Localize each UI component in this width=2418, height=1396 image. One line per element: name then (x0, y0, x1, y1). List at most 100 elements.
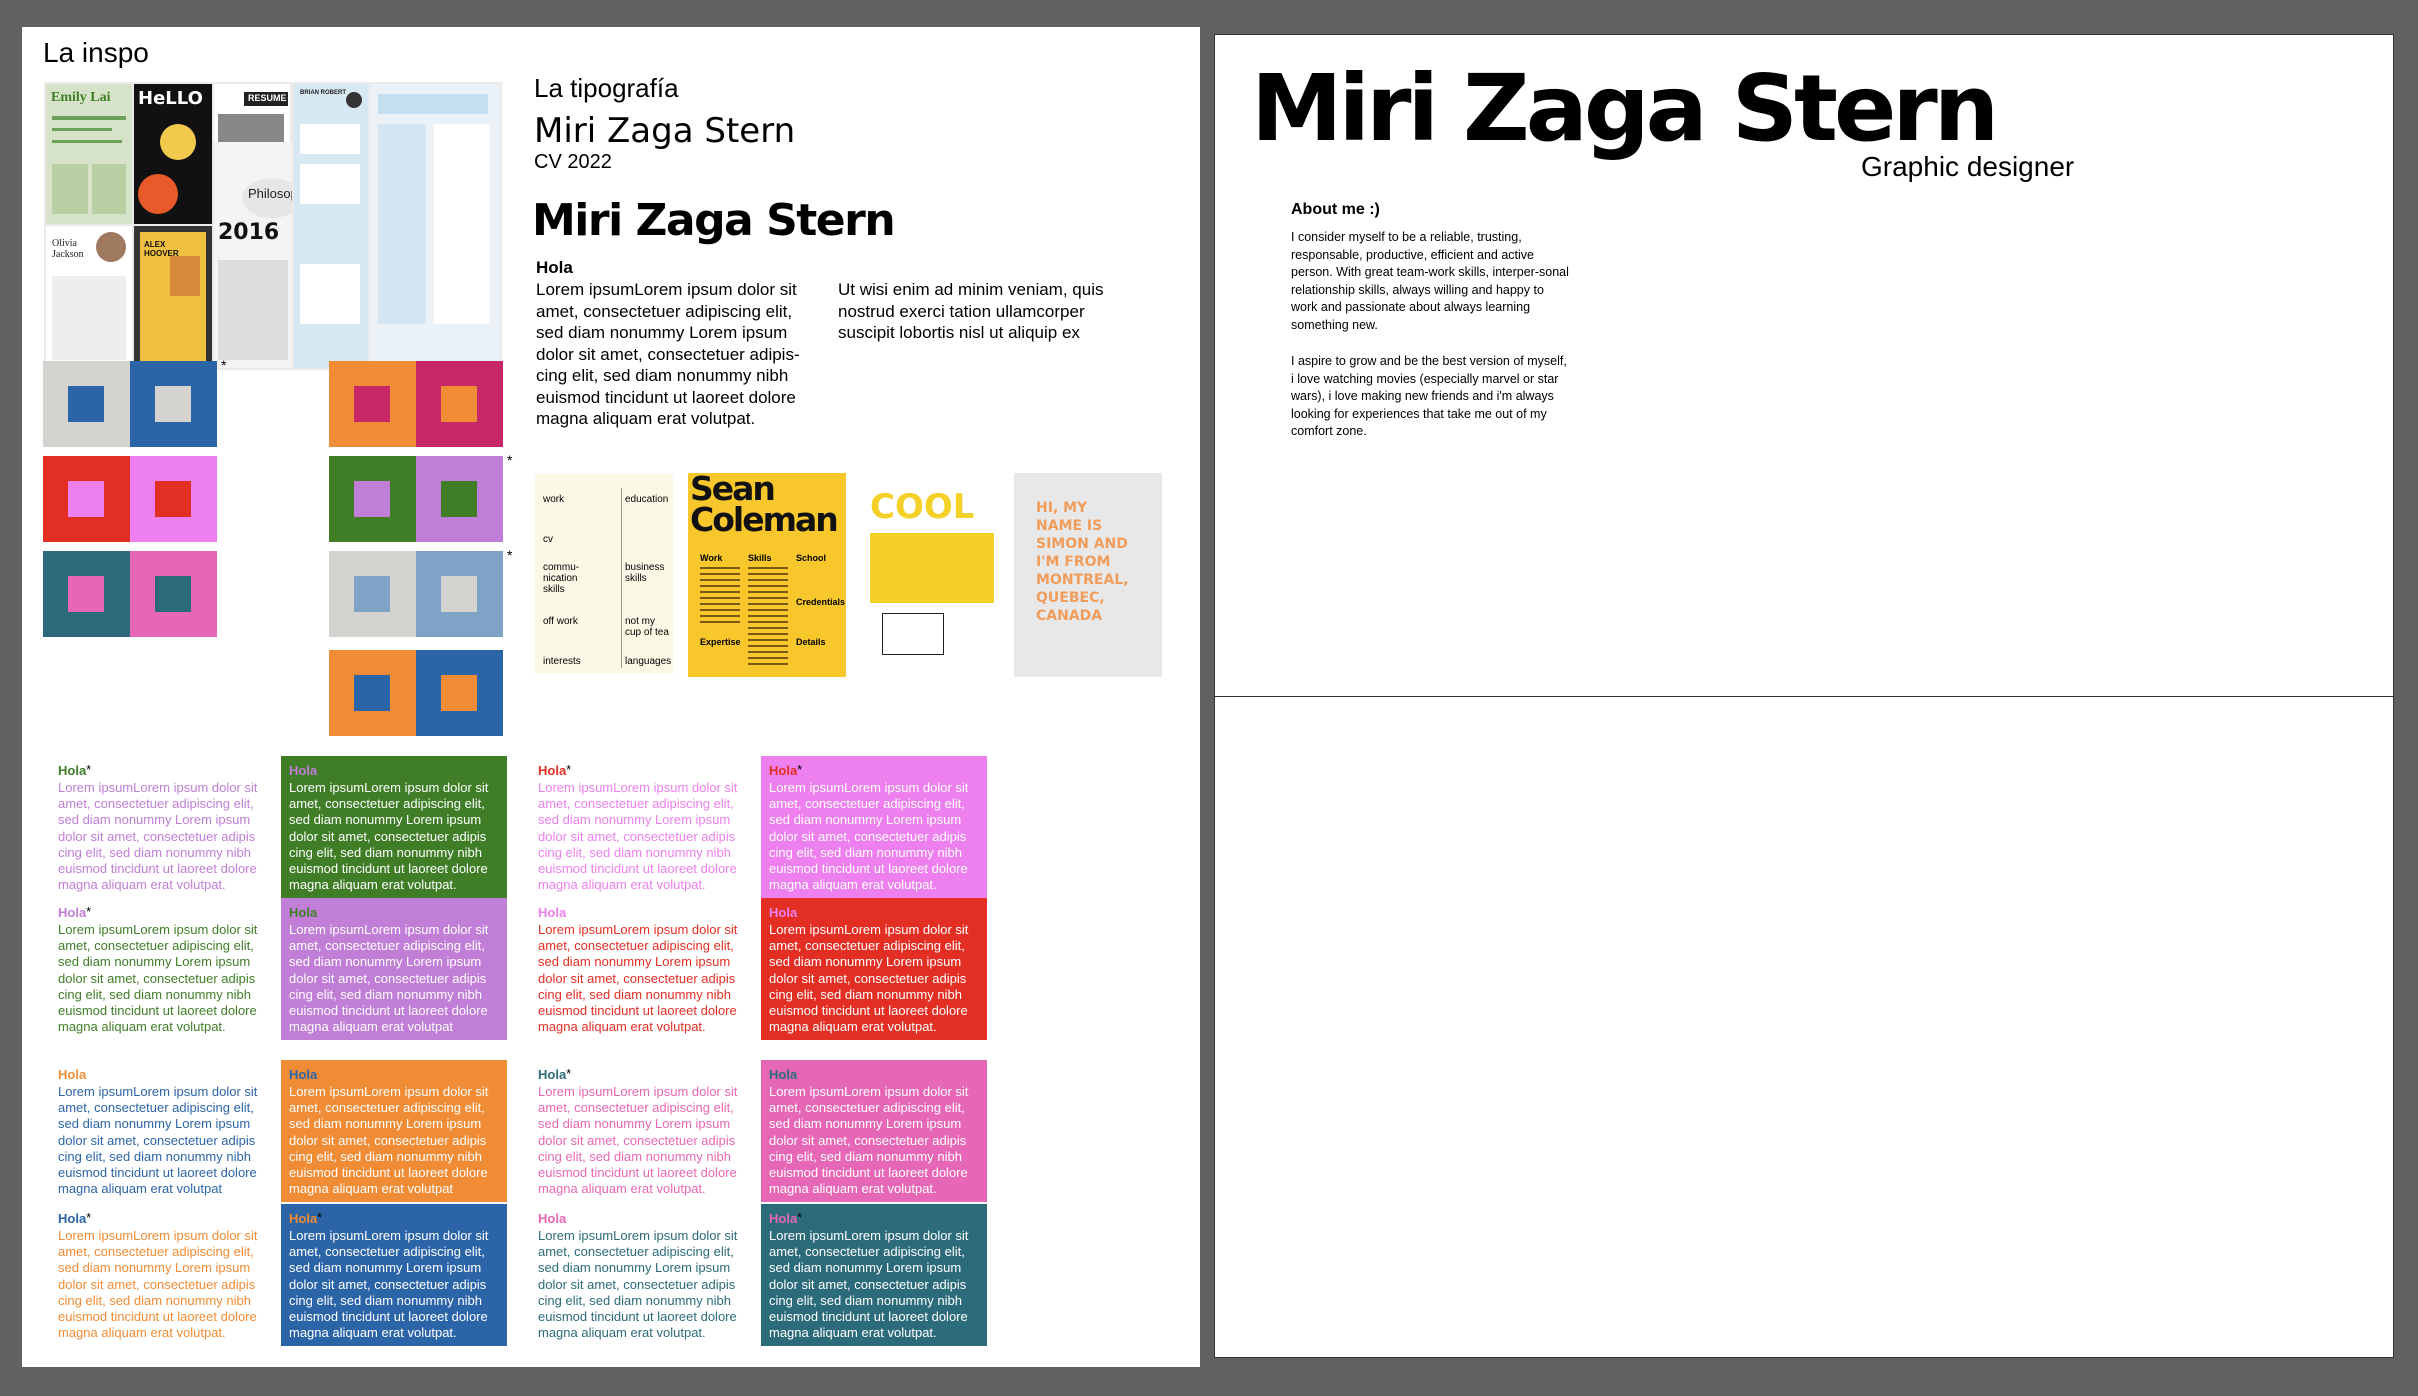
type-sample-heading: Hola (538, 763, 567, 778)
asterisk-mark: * (86, 1210, 92, 1225)
grid-cell: languages (625, 656, 672, 667)
type-sample-heading: Hola (58, 1067, 87, 1082)
type-sample-heading: Hola (538, 1067, 567, 1082)
type-sample: Hola Lorem ipsumLorem ipsum dolor sit ame… (530, 1204, 756, 1346)
color-swatch-inner (68, 576, 104, 612)
asterisk-mark: * (317, 1210, 323, 1225)
thumb-emily: Emily Lai (46, 84, 132, 224)
type-sample-heading: Hola (538, 1211, 567, 1226)
thumb-brian-title: BRIAN ROBERT (300, 90, 346, 96)
color-pair (329, 650, 503, 736)
color-swatch-inner (155, 481, 191, 517)
cv-role: Graphic designer (1861, 151, 2075, 182)
sean-col: Expertise (700, 637, 741, 647)
type-sample-body: Lorem ipsumLorem ipsum dolor sit amet, c… (769, 1228, 969, 1341)
thumb-blue-resume (370, 84, 500, 368)
type-sample-body: Lorem ipsumLorem ipsum dolor sit amet, c… (58, 1084, 258, 1197)
type-sample-body: Lorem ipsumLorem ipsum dolor sit amet, c… (58, 780, 258, 893)
type-sample: Hola Lorem ipsumLorem ipsum dolor sit ame… (761, 898, 987, 1040)
type-sample: Hola Lorem ipsumLorem ipsum dolor sit ame… (50, 1060, 276, 1202)
type-sample-heading: Hola (769, 905, 798, 920)
asterisk-mark: * (797, 762, 803, 777)
name-outline: Miri Zaga Stern (534, 111, 796, 151)
grid-cell: commu-nication skills (543, 562, 580, 595)
type-sample-body: Lorem ipsumLorem ipsum dolor sit amet, c… (289, 1084, 489, 1197)
type-sample-heading: Hola (58, 905, 87, 920)
grid-cell: work (543, 494, 565, 505)
type-sample: Hola* Lorem ipsumLorem ipsum dolor sit am… (50, 898, 276, 1040)
sean-col: School (796, 553, 827, 563)
cv-page-2 (1214, 696, 2394, 1358)
type-sample: Hola* Lorem ipsumLorem ipsum dolor sit am… (530, 1060, 756, 1202)
thumb-year: 2016 (218, 220, 280, 245)
color-swatch-inner (441, 675, 477, 711)
asterisk-mark: * (566, 1066, 572, 1081)
type-sample-body: Lorem ipsumLorem ipsum dolor sit amet, c… (58, 922, 258, 1035)
color-swatch (416, 361, 503, 447)
thumb-alex: ALEX HOOVER (134, 226, 212, 368)
type-sample-heading: Hola (289, 905, 318, 920)
thumb-resume-title: RESUME (248, 93, 287, 103)
type-sample: Hola Lorem ipsumLorem ipsum dolor sit ame… (761, 1060, 987, 1202)
thumb-hello-title: HeLLO (138, 88, 203, 109)
type-sample-heading: Hola (289, 1067, 318, 1082)
thumb-olivia-title: Olivia Jackson (52, 238, 84, 260)
color-swatch (329, 551, 416, 637)
type-sample: Hola* Lorem ipsumLorem ipsum dolor sit am… (50, 756, 276, 898)
type-sample-heading: Hola (58, 763, 87, 778)
asterisk-mark: * (797, 1210, 803, 1225)
color-pair (43, 456, 217, 542)
cool-title: COOL (870, 487, 975, 527)
type-sample-heading: Hola (769, 1211, 798, 1226)
color-swatch-inner (354, 386, 390, 422)
resume-sample-hi: HI, MY NAME IS SIMON AND I'M FROM MONTRE… (1014, 473, 1162, 677)
color-swatch-inner (354, 576, 390, 612)
color-swatch-inner (441, 481, 477, 517)
color-pair: * (329, 547, 512, 637)
type-sample: Hola* Lorem ipsumLorem ipsum dolor sit am… (761, 756, 987, 898)
board-title: La inspo (43, 37, 149, 68)
color-pair: * (43, 357, 226, 447)
color-swatch (43, 361, 130, 447)
asterisk-mark: * (86, 762, 92, 777)
thumb-alex-title: ALEX HOOVER (144, 240, 179, 258)
type-sample-body: Lorem ipsumLorem ipsum dolor sit amet, c… (289, 1228, 489, 1341)
type-sample: Hola* Lorem ipsumLorem ipsum dolor sit am… (50, 1204, 276, 1346)
color-swatch (329, 456, 416, 542)
hi-text: HI, MY NAME IS SIMON AND I'M FROM MONTRE… (1036, 500, 1129, 624)
type-sample-heading: Hola (769, 763, 798, 778)
sean-col: Details (796, 637, 826, 647)
color-swatch (416, 551, 503, 637)
sean-col: Credentials (796, 597, 846, 607)
type-sample-body: Lorem ipsumLorem ipsum dolor sit amet, c… (289, 780, 489, 893)
type-sample-heading: Hola (289, 763, 318, 778)
color-swatch-inner (68, 481, 104, 517)
type-sample-body: Lorem ipsumLorem ipsum dolor sit amet, c… (769, 780, 969, 893)
color-pair (43, 551, 217, 637)
inspiration-board: La inspo Emily Lai HeLLO RESUME Philosop… (22, 27, 1200, 1367)
type-sample-body: Lorem ipsumLorem ipsum dolor sit amet, c… (289, 922, 489, 1035)
type-sample-heading: Hola (58, 1211, 87, 1226)
color-swatch-inner (441, 386, 477, 422)
thumb-philosophy-title: Philosophy (248, 186, 292, 201)
moodboard-collage: Emily Lai HeLLO RESUME Philosophy 2016 (44, 82, 502, 370)
resume-sample-cool: COOL (862, 473, 1002, 677)
type-sample: Hola* Lorem ipsumLorem ipsum dolor sit am… (530, 756, 756, 898)
about-paragraph-1: I consider myself to be a reliable, trus… (1291, 230, 1569, 332)
type-sample-heading: Hola (289, 1211, 318, 1226)
type-sample-body: Lorem ipsumLorem ipsum dolor sit amet, c… (58, 1228, 258, 1341)
about-paragraph-2: I aspire to grow and be the best version… (1291, 354, 1567, 439)
thumb-hello: HeLLO (134, 84, 212, 224)
asterisk-mark: * (566, 762, 572, 777)
type-sample-body: Lorem ipsumLorem ipsum dolor sit amet, c… (538, 1084, 738, 1197)
color-swatch (130, 551, 217, 637)
sample-col1: Lorem ipsumLorem ipsum dolor sit amet, c… (536, 280, 800, 428)
color-swatch (43, 456, 130, 542)
thumb-brian: BRIAN ROBERT (294, 84, 368, 368)
resume-sample-grid: work education cv commu-nication skills … (535, 474, 673, 674)
color-swatch-inner (354, 481, 390, 517)
cv-year: CV 2022 (534, 151, 612, 173)
sean-col: Skills (748, 553, 772, 563)
color-swatch (416, 456, 503, 542)
about-heading: About me :) (1291, 201, 1380, 218)
